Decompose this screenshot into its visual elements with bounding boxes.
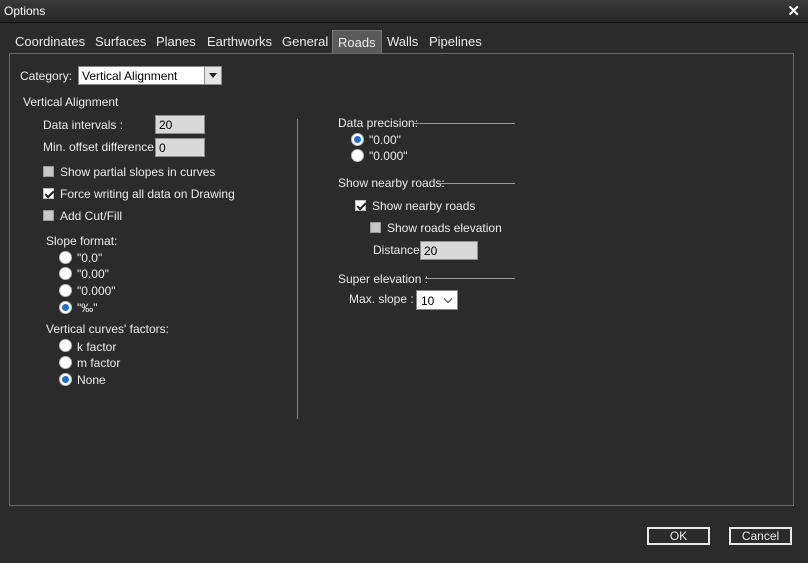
super-elevation-label: Super elevation :	[338, 272, 429, 286]
vertical-curves-radio-1[interactable]	[59, 356, 72, 369]
add-cutfill-label: Add Cut/Fill	[60, 209, 123, 223]
tab-planes[interactable]: Planes	[151, 31, 201, 52]
tab-surfaces[interactable]: Surfaces	[90, 31, 151, 52]
show-roads-elevation-checkbox[interactable]	[370, 222, 381, 233]
tab-coordinates[interactable]: Coordinates	[10, 31, 90, 52]
partial-slopes-label: Show partial slopes in curves	[60, 165, 216, 179]
slope-format-option: "‰"	[77, 301, 98, 315]
chevron-down-icon	[443, 294, 453, 304]
vertical-curves-option: k factor	[77, 340, 117, 354]
slope-format-radio-3[interactable]	[59, 301, 72, 314]
distance-label: Distance:	[373, 243, 424, 257]
vertical-curves-label: Vertical curves' factors:	[46, 322, 169, 336]
max-slope-label: Max. slope :	[349, 292, 414, 306]
vertical-curves-radio-0[interactable]	[59, 339, 72, 352]
min-offset-field[interactable]: 0	[155, 138, 205, 157]
show-nearby-roads-checkbox[interactable]	[355, 200, 366, 211]
category-value: Vertical Alignment	[82, 69, 178, 83]
tab-pipelines[interactable]: Pipelines	[424, 31, 487, 52]
data-intervals-field[interactable]: 20	[155, 115, 205, 134]
slope-format-label: Slope format:	[46, 234, 118, 248]
data-precision-radio-0[interactable]	[351, 133, 364, 146]
close-icon[interactable]: ✕	[787, 2, 800, 20]
vertical-curves-option: m factor	[77, 356, 121, 370]
tab-earthworks[interactable]: Earthworks	[202, 31, 277, 52]
add-cutfill-checkbox[interactable]	[43, 210, 54, 221]
ok-button[interactable]: OK	[647, 527, 710, 545]
show-roads-elevation-label: Show roads elevation	[387, 221, 502, 235]
max-slope-value: 10	[421, 294, 435, 308]
max-slope-select[interactable]: 10	[416, 290, 458, 310]
force-writing-checkbox[interactable]	[43, 188, 54, 199]
slope-format-option: "0.00"	[77, 267, 109, 281]
data-precision-option: "0.00"	[369, 133, 401, 147]
vertical-curves-option: None	[77, 373, 106, 387]
title-bar: Options ✕	[0, 0, 808, 23]
data-precision-label: Data precision:	[338, 116, 419, 130]
window-title: Options	[4, 4, 46, 18]
force-writing-label: Force writing all data on Drawing	[60, 187, 235, 201]
distance-field[interactable]: 20	[420, 241, 478, 260]
data-precision-radio-1[interactable]	[351, 149, 364, 162]
super-elevation-divider	[425, 278, 515, 279]
data-precision-divider	[413, 123, 515, 124]
nearby-roads-divider	[439, 183, 515, 184]
slope-format-radio-0[interactable]	[59, 251, 72, 264]
section-title: Vertical Alignment	[23, 95, 119, 109]
tab-walls[interactable]: Walls	[382, 31, 423, 52]
slope-format-option: "0.0"	[77, 251, 103, 265]
category-label: Category:	[20, 69, 73, 83]
data-intervals-label: Data intervals :	[43, 118, 124, 132]
vertical-curves-radio-2[interactable]	[59, 373, 72, 386]
data-precision-option: "0.000"	[369, 149, 408, 163]
cancel-button[interactable]: Cancel	[729, 527, 792, 545]
slope-format-radio-2[interactable]	[59, 284, 72, 297]
tab-general[interactable]: General	[277, 31, 333, 52]
dropdown-arrow-icon[interactable]	[204, 67, 221, 84]
slope-format-radio-1[interactable]	[59, 267, 72, 280]
slope-format-option: "0.000"	[77, 284, 116, 298]
min-offset-label: Min. offset difference:	[43, 140, 158, 154]
category-select[interactable]: Vertical Alignment	[78, 66, 222, 85]
partial-slopes-checkbox[interactable]	[43, 166, 54, 177]
column-divider	[297, 119, 298, 419]
tab-roads[interactable]: Roads	[332, 30, 382, 54]
nearby-roads-label: Show nearby roads:	[338, 176, 445, 190]
show-nearby-roads-label: Show nearby roads	[372, 199, 476, 213]
